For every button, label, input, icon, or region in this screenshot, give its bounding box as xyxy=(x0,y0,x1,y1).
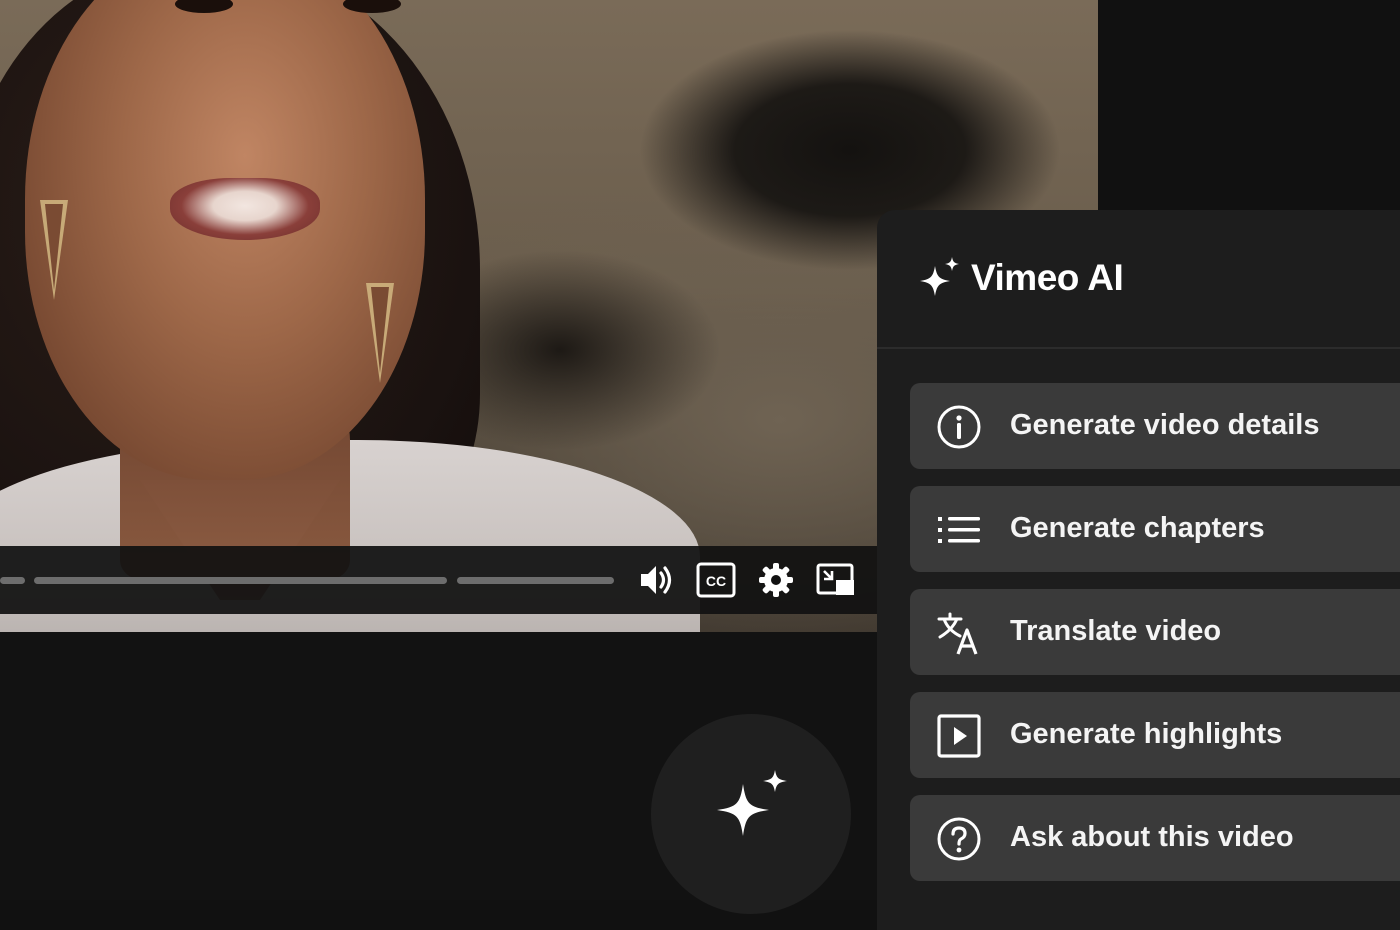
action-label: Ask about this video xyxy=(1010,821,1294,853)
video-subject-mouth xyxy=(170,178,320,240)
picture-in-picture-button[interactable] xyxy=(816,560,856,600)
progress-segment[interactable] xyxy=(0,577,25,584)
settings-icon xyxy=(759,563,793,597)
ask-about-video-button[interactable]: Ask about this video xyxy=(910,795,1400,881)
panel-title: Vimeo AI xyxy=(971,257,1124,298)
action-label: Translate video xyxy=(1010,615,1222,647)
generate-video-details-button[interactable]: Generate video details xyxy=(910,383,1400,469)
action-label: Generate chapters xyxy=(1010,512,1265,544)
panel-header: Vimeo AI xyxy=(877,210,1400,349)
sparkle-icon xyxy=(920,257,959,296)
action-label: Generate highlights xyxy=(1010,718,1283,750)
settings-button[interactable] xyxy=(756,560,796,600)
volume-button[interactable] xyxy=(636,560,676,600)
ai-assistant-button[interactable] xyxy=(651,714,851,914)
captions-icon: CC xyxy=(696,562,736,598)
captions-label: CC xyxy=(706,573,726,589)
volume-icon xyxy=(641,566,672,594)
progress-segment[interactable] xyxy=(457,577,614,584)
question-circle-icon xyxy=(936,816,982,862)
captions-button[interactable]: CC xyxy=(696,560,736,600)
video-subject-earring xyxy=(366,283,394,383)
translate-video-button[interactable]: Translate video xyxy=(910,589,1400,675)
video-subject-earring xyxy=(40,200,68,300)
sparkle-icon xyxy=(717,770,787,836)
player-control-bar: CC xyxy=(0,546,877,614)
progress-segment[interactable] xyxy=(34,577,447,584)
video-subject-eye xyxy=(343,0,401,13)
list-icon xyxy=(936,507,982,553)
play-square-icon xyxy=(936,713,982,759)
info-circle-icon xyxy=(936,404,982,450)
generate-highlights-button[interactable]: Generate highlights xyxy=(910,692,1400,778)
video-subject-face xyxy=(25,0,425,480)
action-label: Generate video details xyxy=(1010,409,1320,441)
translate-icon xyxy=(936,610,982,656)
vimeo-ai-panel: Vimeo AI Generate video details Generate… xyxy=(877,210,1400,930)
generate-chapters-button[interactable]: Generate chapters xyxy=(910,486,1400,572)
video-subject-eye xyxy=(175,0,233,13)
picture-in-picture-icon xyxy=(816,563,854,595)
